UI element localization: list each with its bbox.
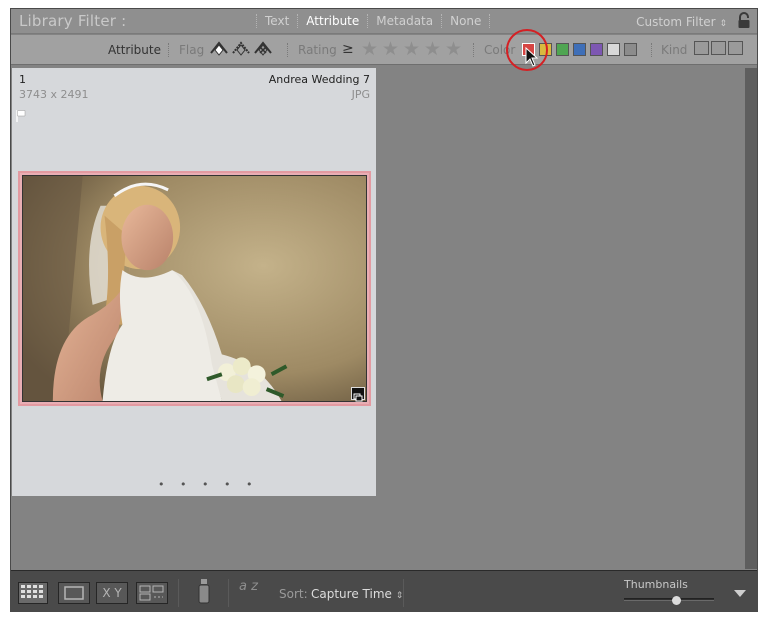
kind-virtual-copies-icon[interactable] <box>711 41 726 55</box>
thumbnails-label: Thumbnails <box>624 578 688 591</box>
kind-master-photos-icon[interactable] <box>694 41 709 55</box>
flagged-filter-icon[interactable] <box>209 39 229 59</box>
kind-videos-icon[interactable] <box>728 41 743 55</box>
color-swatch-none[interactable] <box>624 43 637 56</box>
sort-direction-icon[interactable]: a z <box>239 579 271 605</box>
compare-view-label: X Y <box>102 586 122 600</box>
rating-star-4[interactable]: ★ <box>424 40 441 59</box>
rating-star-5[interactable]: ★ <box>445 40 462 59</box>
bottom-toolbar: X Y a z Sort: Capture Time ⇕ Thumbnails <box>11 570 757 611</box>
library-window: Library Filter : Text Attribute Metadata… <box>10 8 758 612</box>
cell-dimensions: 3743 x 2491 <box>19 88 89 101</box>
toolbar-divider <box>403 579 404 607</box>
survey-view-icon <box>139 585 164 601</box>
divider <box>168 43 169 57</box>
cell-filetype: JPG <box>351 88 370 101</box>
tab-attribute[interactable]: Attribute <box>297 14 367 28</box>
thumbnail-size-knob[interactable] <box>672 596 681 605</box>
toolbar-divider <box>228 579 229 607</box>
flag-label: Flag <box>179 43 205 57</box>
grid-cell[interactable]: 1 3743 x 2491 Andrea Wedding 7 JPG • • •… <box>12 68 376 496</box>
toolbar-menu-icon[interactable] <box>734 590 746 597</box>
library-filter-title: Library Filter : <box>19 12 127 30</box>
lock-icon[interactable] <box>737 12 751 29</box>
color-swatch-blue[interactable] <box>573 43 586 56</box>
rating-star-3[interactable]: ★ <box>403 40 420 59</box>
cell-more-dots[interactable]: • • • • • <box>158 478 258 491</box>
loupe-view-button[interactable] <box>58 582 90 604</box>
kind-label: Kind <box>661 43 688 57</box>
sort-value: Capture Time <box>311 587 392 601</box>
attribute-label: Attribute <box>108 43 161 57</box>
flag-icon[interactable] <box>16 109 26 123</box>
color-swatch-green[interactable] <box>556 43 569 56</box>
cell-filename: Andrea Wedding 7 <box>268 73 370 86</box>
attribute-filter-bar: Attribute Flag Rating ≥ ★ ★ ★ ★ ★ Color <box>11 35 757 65</box>
survey-view-button[interactable] <box>136 582 168 604</box>
thumbnail-frame[interactable] <box>18 171 371 406</box>
loupe-view-icon <box>64 586 84 600</box>
divider <box>473 43 474 57</box>
rejected-filter-icon[interactable] <box>253 39 273 59</box>
rating-operator[interactable]: ≥ <box>342 41 354 57</box>
chevron-updown-icon: ⇕ <box>719 19 727 29</box>
rating-star-2[interactable]: ★ <box>382 40 399 59</box>
tab-metadata[interactable]: Metadata <box>367 14 441 28</box>
thumbnail-size-slider[interactable] <box>624 598 714 601</box>
grid-view-button[interactable] <box>18 582 48 604</box>
mouse-cursor-icon <box>525 47 539 67</box>
divider <box>651 43 652 57</box>
compare-view-button[interactable]: X Y <box>96 582 128 604</box>
custom-filter-label: Custom Filter <box>636 15 716 29</box>
color-swatch-custom[interactable] <box>607 43 620 56</box>
cell-index: 1 <box>19 73 26 86</box>
thumbnail-image[interactable] <box>22 175 367 402</box>
painter-icon[interactable] <box>197 577 211 607</box>
custom-filter-dropdown[interactable]: Custom Filter ⇕ <box>636 15 727 29</box>
tab-none[interactable]: None <box>441 14 491 28</box>
toolbar-divider <box>178 579 179 607</box>
badge-icon[interactable] <box>351 387 365 402</box>
unflagged-filter-icon[interactable] <box>231 39 251 59</box>
filter-tabs: Text Attribute Metadata None <box>256 14 491 28</box>
sort-label: Sort: <box>279 587 308 601</box>
grid-scrollbar[interactable] <box>745 68 757 569</box>
divider <box>287 43 288 57</box>
rating-star-1[interactable]: ★ <box>361 40 378 59</box>
tab-text[interactable]: Text <box>256 14 297 28</box>
sort-direction-label: a z <box>239 579 258 594</box>
sort-dropdown[interactable]: Capture Time ⇕ <box>311 587 403 601</box>
library-filter-bar: Library Filter : Text Attribute Metadata… <box>11 9 757 34</box>
grid-view-icon <box>21 585 43 598</box>
rating-label: Rating <box>298 43 337 57</box>
color-swatch-purple[interactable] <box>590 43 603 56</box>
